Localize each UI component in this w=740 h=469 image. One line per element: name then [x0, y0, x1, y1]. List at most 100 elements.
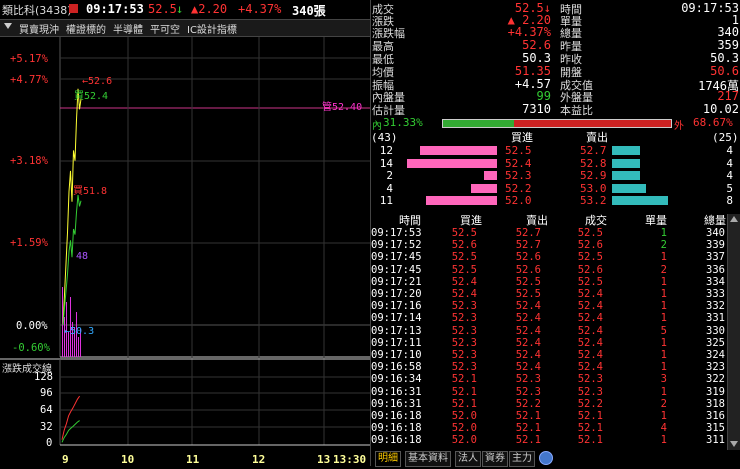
intraday-chart[interactable]: +5.17% +4.77% +3.18% +1.59% 0.00% -0.60%…: [0, 37, 370, 466]
tick-ask: 52.3: [515, 373, 541, 386]
tick-price: 52.5: [577, 227, 603, 239]
ticks-header-bid: 買進: [460, 214, 482, 227]
table-row[interactable]: 09:17:10 52.3 52.4 52.4 1 324: [371, 349, 740, 361]
tick-bid: 52.3: [451, 361, 477, 374]
tick-time: 09:16:31: [371, 385, 422, 398]
menu-item-warrant[interactable]: 權證標的: [66, 21, 106, 36]
tick-time: 09:16:18: [371, 422, 422, 435]
table-row[interactable]: 09:17:14 52.3 52.4 52.4 1 331: [371, 312, 740, 324]
ask-price[interactable]: 52.8: [580, 157, 607, 170]
ask-price[interactable]: 52.9: [580, 169, 607, 182]
tick-time: 09:16:18: [371, 410, 422, 422]
inner-pct: 31.33%: [383, 116, 423, 129]
table-row[interactable]: 09:17:21 52.4 52.5 52.5 1 334: [371, 276, 740, 288]
tick-total: 331: [706, 312, 725, 325]
sub-y-label: 0: [46, 437, 53, 449]
y-label: 0.00%: [16, 320, 48, 332]
menu-item-semiconductor[interactable]: 半導體: [113, 21, 143, 36]
dropdown-icon[interactable]: [4, 23, 12, 29]
tick-ask: 52.1: [515, 434, 541, 447]
table-row[interactable]: 09:17:45 52.5 52.6 52.5 1 337: [371, 251, 740, 263]
table-row[interactable]: 09:17:53 52.5 52.7 52.5 1 340: [371, 227, 740, 239]
tick-total: 337: [706, 251, 725, 264]
tick-time: 09:17:14: [371, 312, 422, 325]
table-row[interactable]: 09:16:31 52.1 52.2 52.2 2 318: [371, 398, 740, 410]
chart-svg: [0, 37, 370, 446]
y-label: +1.59%: [10, 237, 48, 249]
tick-price: 52.5: [577, 251, 603, 264]
tick-total: 324: [706, 349, 725, 361]
table-row[interactable]: 09:17:13 52.3 52.4 52.4 5 330: [371, 325, 740, 337]
quote-value: 52.6: [522, 38, 551, 52]
ask-price[interactable]: 52.7: [580, 144, 607, 157]
tick-bid: 52.1: [451, 385, 477, 398]
tick-price: 52.6: [577, 263, 603, 276]
menu-item-day-trade[interactable]: 買賣現沖: [19, 21, 59, 36]
table-row[interactable]: 09:16:34 52.1 52.3 52.3 3 322: [371, 373, 740, 385]
tick-ask: 52.5: [515, 275, 541, 288]
quote-value: 340: [717, 25, 739, 39]
table-row[interactable]: 09:17:16 52.3 52.4 52.4 1 332: [371, 300, 740, 312]
table-row[interactable]: 09:16:18 52.0 52.1 52.1 4 315: [371, 422, 740, 434]
tab-basic-info[interactable]: 基本資料: [405, 451, 451, 467]
ask-price[interactable]: 53.2: [580, 194, 607, 207]
tick-qty: 2: [660, 263, 667, 276]
scrollbar[interactable]: [727, 214, 740, 450]
sub-y-label: 96: [40, 387, 53, 399]
menu-item-ic-design[interactable]: IC設計指標: [187, 21, 237, 36]
tick-price: 52.2: [577, 397, 603, 410]
tick-time: 09:17:13: [371, 324, 422, 337]
bid-qty: 2: [386, 169, 393, 182]
bid-price[interactable]: 52.5: [505, 144, 532, 157]
table-row[interactable]: 09:17:45 52.5 52.6 52.6 2 336: [371, 264, 740, 276]
ask-price[interactable]: 53.0: [580, 182, 607, 195]
table-row[interactable]: 09:16:31 52.1 52.3 52.3 1 319: [371, 386, 740, 398]
tab-institutional[interactable]: 法人: [455, 451, 481, 467]
tick-ask: 52.6: [515, 251, 541, 264]
quote-panel: 成交 52.5↓ 時間 09:17:53 漲跌 ▲ 2.20 單量 1 漲跌幅 …: [370, 0, 740, 466]
tab-main-force[interactable]: 主力: [509, 451, 535, 467]
scroll-down-icon[interactable]: [730, 441, 738, 447]
stock-name[interactable]: 類比科(3438): [2, 2, 72, 18]
tick-price: 52.5: [577, 275, 603, 288]
tick-qty: 1: [660, 385, 667, 398]
tick-bid: 52.1: [451, 373, 477, 386]
volume-bar: [64, 317, 65, 357]
tick-price: 52.3: [577, 373, 603, 386]
globe-icon[interactable]: [539, 451, 553, 465]
tick-time: 09:17:20: [371, 288, 422, 300]
quote-value: 99: [536, 89, 551, 103]
bid-price[interactable]: 52.0: [505, 194, 532, 207]
ticks-header-ask: 賣出: [526, 214, 548, 227]
table-row[interactable]: 09:17:20 52.4 52.5 52.4 1 333: [371, 288, 740, 300]
tick-qty: 1: [660, 227, 667, 239]
ask-qty-bar: [612, 196, 668, 205]
tick-bid: 52.3: [451, 324, 477, 337]
tick-time: 09:17:16: [371, 300, 422, 313]
tick-total: 322: [706, 373, 725, 386]
menu-item-short[interactable]: 平可空: [150, 21, 180, 36]
bid-price[interactable]: 52.3: [505, 169, 532, 182]
tick-total: 323: [706, 361, 725, 374]
table-row[interactable]: 09:17:52 52.6 52.7 52.6 2 339: [371, 239, 740, 251]
tick-price: 52.4: [577, 349, 603, 361]
volume-bars: [62, 287, 81, 357]
bid-qty: 11: [379, 194, 393, 207]
y-label: -0.60%: [12, 342, 50, 354]
tick-bid: 52.0: [451, 434, 477, 447]
table-row[interactable]: 09:17:11 52.3 52.4 52.4 1 325: [371, 337, 740, 349]
tick-qty: 1: [660, 275, 667, 288]
tab-details[interactable]: 明細: [375, 451, 401, 467]
table-row[interactable]: 09:16:18 52.0 52.1 52.1 1 316: [371, 410, 740, 422]
table-row[interactable]: 09:16:18 52.0 52.1 52.1 1 311: [371, 434, 740, 446]
tick-total: 339: [706, 239, 725, 252]
tick-time: 09:17:53: [371, 227, 422, 239]
ticks-header-time: 時間: [399, 214, 421, 227]
scroll-up-icon[interactable]: [730, 216, 738, 222]
bid-price[interactable]: 52.4: [505, 157, 532, 170]
table-row[interactable]: 09:16:58 52.3 52.4 52.4 1 323: [371, 361, 740, 373]
tick-qty: 1: [660, 251, 667, 264]
bid-price[interactable]: 52.2: [505, 182, 532, 195]
inner-label: 內: [372, 121, 382, 132]
tab-margin[interactable]: 資券: [482, 451, 508, 467]
